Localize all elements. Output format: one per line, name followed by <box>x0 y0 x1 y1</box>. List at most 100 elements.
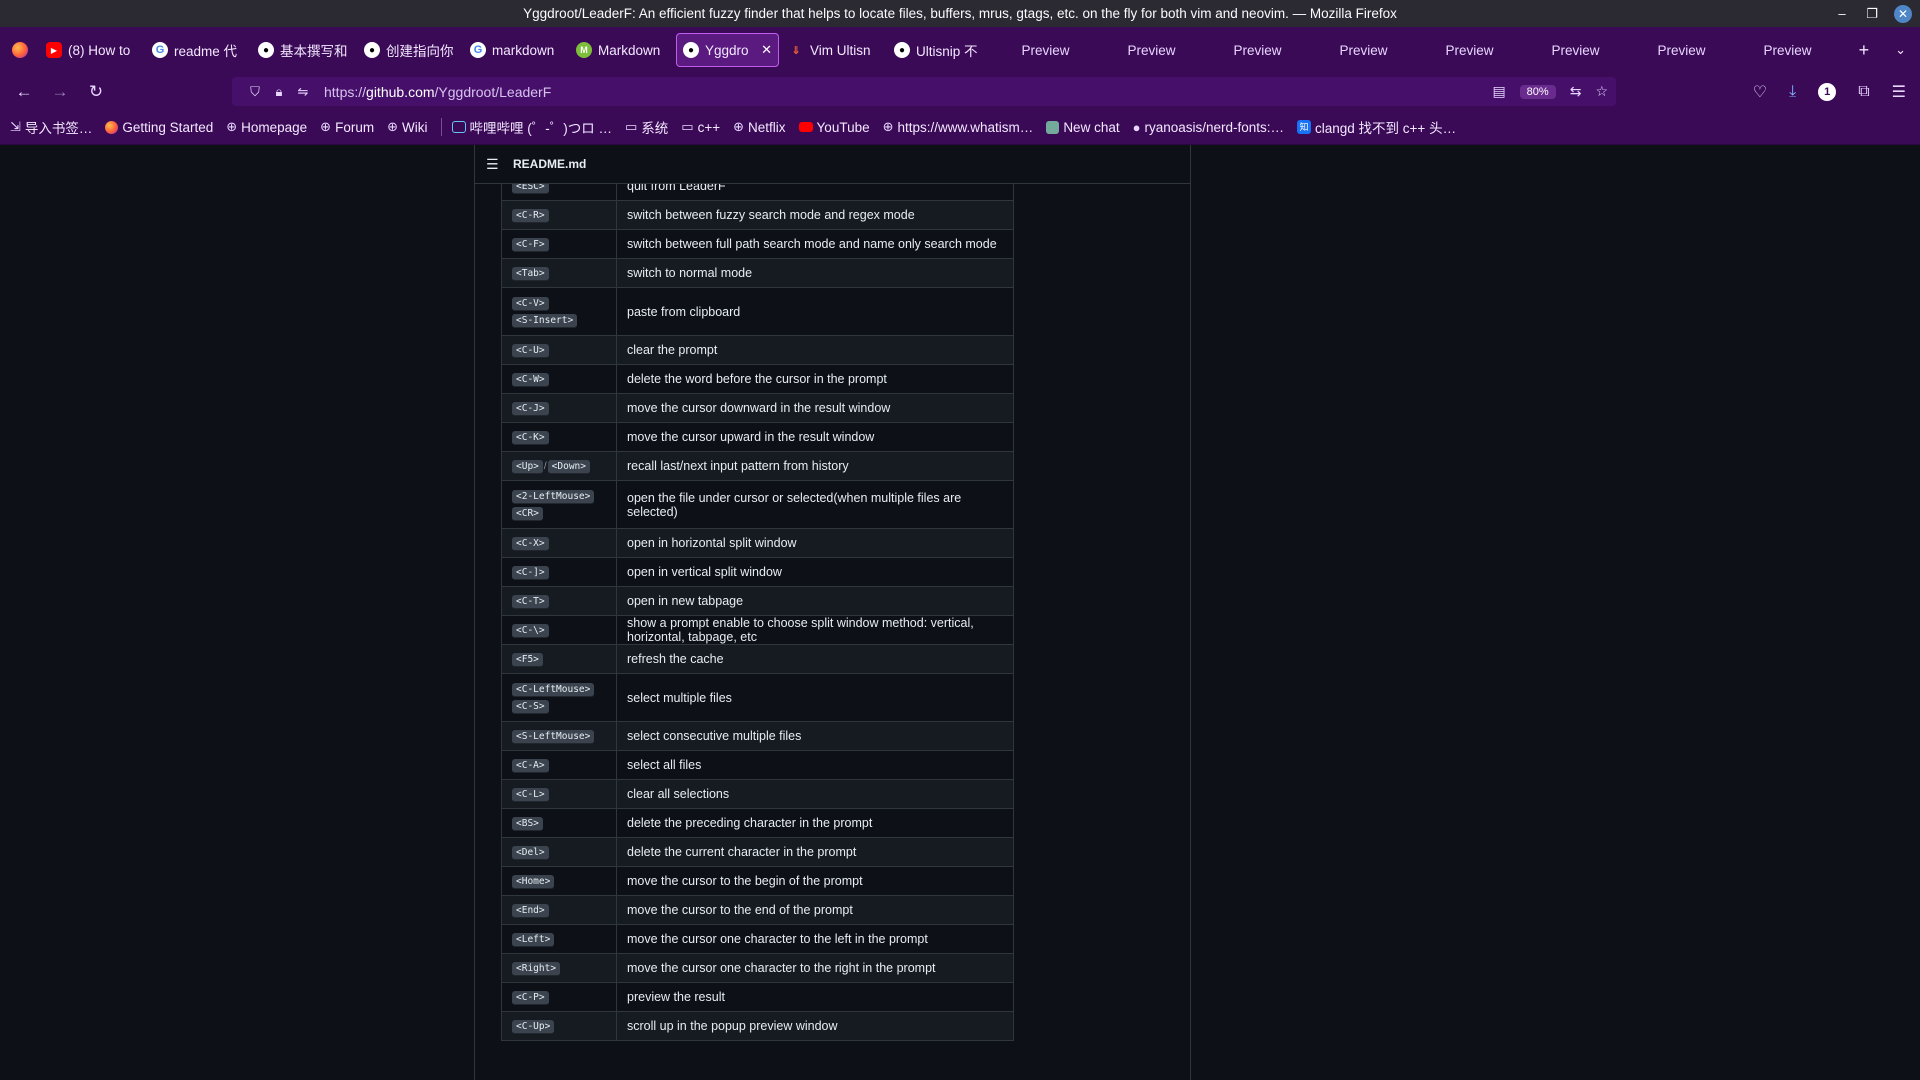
tab-label: Preview <box>1657 42 1706 58</box>
restore-icon[interactable]: ❐ <box>1864 6 1880 22</box>
bookmark-item[interactable]: 知 clangd 找不到 c++ 头… <box>1297 117 1456 137</box>
pocket-icon[interactable]: ♡ <box>1753 82 1767 102</box>
table-row: <C-J> move the cursor downward in the res… <box>501 393 1014 423</box>
table-of-contents-icon[interactable]: ☰ <box>486 156 504 173</box>
bookmark-item[interactable]: Getting Started <box>105 120 213 135</box>
bookmark-item[interactable]: ⊕ https://www.whatism… <box>883 119 1034 135</box>
tab-label: Markdown <box>598 42 661 58</box>
key-label: <C-J> <box>512 401 549 416</box>
tab-16[interactable]: Preview <box>1736 33 1839 67</box>
key-label: <Right> <box>512 961 561 976</box>
description-cell: move the cursor upward in the result win… <box>616 422 1014 452</box>
minimize-icon[interactable]: – <box>1834 6 1850 21</box>
bookmark-item[interactable]: ▭ c++ <box>681 119 720 135</box>
key-label: <C-R> <box>512 208 549 223</box>
bookmark-label: YouTube <box>816 119 870 135</box>
table-row: <C-F> switch between full path search mod… <box>501 229 1014 259</box>
new-tab-icon[interactable]: + <box>1859 40 1870 61</box>
tab-3[interactable]: ● 创建指向你 <box>358 33 461 67</box>
description-cell: switch to normal mode <box>616 258 1014 288</box>
github-icon: ● <box>894 42 910 58</box>
back-icon[interactable]: ← <box>6 82 42 102</box>
bookmark-item[interactable]: ⊕ Netflix <box>733 119 785 135</box>
globe-icon: ⊕ <box>882 119 894 134</box>
key-label: <C-L> <box>512 787 549 802</box>
tab-15[interactable]: Preview <box>1630 33 1733 67</box>
tab-2[interactable]: ● 基本撰写和 <box>252 33 355 67</box>
tab-4[interactable]: Gmarkdown <box>464 33 567 67</box>
tab-9[interactable]: Preview <box>994 33 1097 67</box>
key-label: <2-LeftMouse> <box>512 489 595 504</box>
forward-icon[interactable]: → <box>42 82 78 102</box>
permissions-icon[interactable]: ⇋ <box>292 84 314 100</box>
table-row: <Tab> switch to normal mode <box>501 258 1014 288</box>
tab-6[interactable]: ● Yggdro ✕ <box>676 33 779 67</box>
description-cell: refresh the cache <box>616 644 1014 674</box>
url-bar[interactable]: ⛉ 🔒︎ ⇋ https://github.com/Yggdroot/Leade… <box>232 77 1616 106</box>
close-tab-icon[interactable]: ✕ <box>761 42 772 58</box>
tab-10[interactable]: Preview <box>1100 33 1203 67</box>
tab-1[interactable]: Greadme 代 <box>146 33 249 67</box>
bookmark-label: clangd 找不到 c++ 头… <box>1315 121 1457 136</box>
key-cell: <Tab> <box>501 258 617 288</box>
tracking-protection-icon[interactable]: ⛉ <box>244 84 266 100</box>
bookmark-item[interactable]: ⇲ 导入书签… <box>10 117 92 137</box>
bookmark-item[interactable]: ⊕ Wiki <box>387 119 427 135</box>
table-row: <F5> refresh the cache <box>501 644 1014 674</box>
tab-8[interactable]: ● Ultisnip 不 <box>888 33 991 67</box>
description-cell: clear the prompt <box>616 335 1014 365</box>
extensions-icon[interactable]: ⧉ <box>1858 83 1869 101</box>
tab-12[interactable]: Preview <box>1312 33 1415 67</box>
tab-13[interactable]: Preview <box>1418 33 1521 67</box>
table-row: <BS> delete the preceding character in th… <box>501 808 1014 838</box>
tab-0[interactable]: ▶ (8) How to <box>40 33 143 67</box>
firefox-view-icon[interactable] <box>0 27 40 73</box>
key-label: <C-LeftMouse> <box>512 682 595 697</box>
description-cell: open in vertical split window <box>616 557 1014 587</box>
tab-7[interactable]: ⇓ Vim Ultisn <box>782 33 885 67</box>
bookmark-item[interactable]: YouTube <box>798 119 870 135</box>
tab-14[interactable]: Preview <box>1524 33 1627 67</box>
folder-icon: ▭ <box>625 119 638 134</box>
password-manager-icon[interactable]: 1 <box>1818 82 1837 101</box>
bookmark-item[interactable]: ⊕ Homepage <box>226 119 307 135</box>
key-label: <C-X> <box>512 536 549 551</box>
bookmark-item[interactable]: New chat <box>1046 119 1120 135</box>
translate-icon[interactable]: ⇆ <box>1570 83 1582 100</box>
lock-icon[interactable]: 🔒︎ <box>268 84 290 100</box>
reload-icon[interactable]: ↻ <box>78 82 114 102</box>
tab-label: readme 代 <box>174 44 238 59</box>
key-label: <Left> <box>512 932 555 947</box>
bookmark-item[interactable]: ⊕ Forum <box>320 119 374 135</box>
description-cell: switch between fuzzy search mode and reg… <box>616 200 1014 230</box>
bookmark-star-icon[interactable]: ☆ <box>1595 83 1608 100</box>
key-label: <F5> <box>512 652 543 667</box>
table-row: <C-V> <S-Insert> paste from clipboard <box>501 287 1014 336</box>
table-row: <Home> move the cursor to the begin of th… <box>501 866 1014 896</box>
description-cell: move the cursor one character to the lef… <box>616 924 1014 954</box>
url-text[interactable]: https://github.com/Yggdroot/LeaderF <box>324 84 551 100</box>
key-cell: <C-X> <box>501 528 617 558</box>
tab-11[interactable]: Preview <box>1206 33 1309 67</box>
tab-label: Preview <box>1551 42 1600 58</box>
downloads-icon[interactable]: ⤓ <box>1789 83 1796 101</box>
tab-5[interactable]: M Markdown <box>570 33 673 67</box>
key-separator: / <box>543 460 547 472</box>
bookmark-label: New chat <box>1063 119 1120 135</box>
close-window-icon[interactable]: ✕ <box>1894 4 1912 23</box>
table-row: <C-U> clear the prompt <box>501 335 1014 365</box>
url-bar-actions: ▤ 80% ⇆ ☆ <box>1492 77 1608 106</box>
bookmark-label: Wiki <box>402 119 428 135</box>
menu-icon[interactable]: ☰ <box>1892 82 1906 102</box>
zoom-level[interactable]: 80% <box>1519 84 1556 99</box>
reader-view-icon[interactable]: ▤ <box>1492 83 1505 100</box>
readme-header: ☰ README.md <box>475 145 1190 184</box>
youtube-icon: ▶ <box>46 42 62 58</box>
bookmark-item[interactable]: 哔哩哔哩 (゜-゜)つロ … <box>451 117 612 137</box>
bookmark-item[interactable]: ▭ 系统 <box>625 117 668 137</box>
bookmark-item[interactable]: ● ryanoasis/nerd-fonts:… <box>1133 120 1284 135</box>
list-all-tabs-icon[interactable]: ⌄ <box>1895 42 1906 58</box>
bookmark-label: Homepage <box>241 119 308 135</box>
bookmark-label: ryanoasis/nerd-fonts:… <box>1144 119 1285 135</box>
tab-label: (8) How to <box>68 42 131 58</box>
